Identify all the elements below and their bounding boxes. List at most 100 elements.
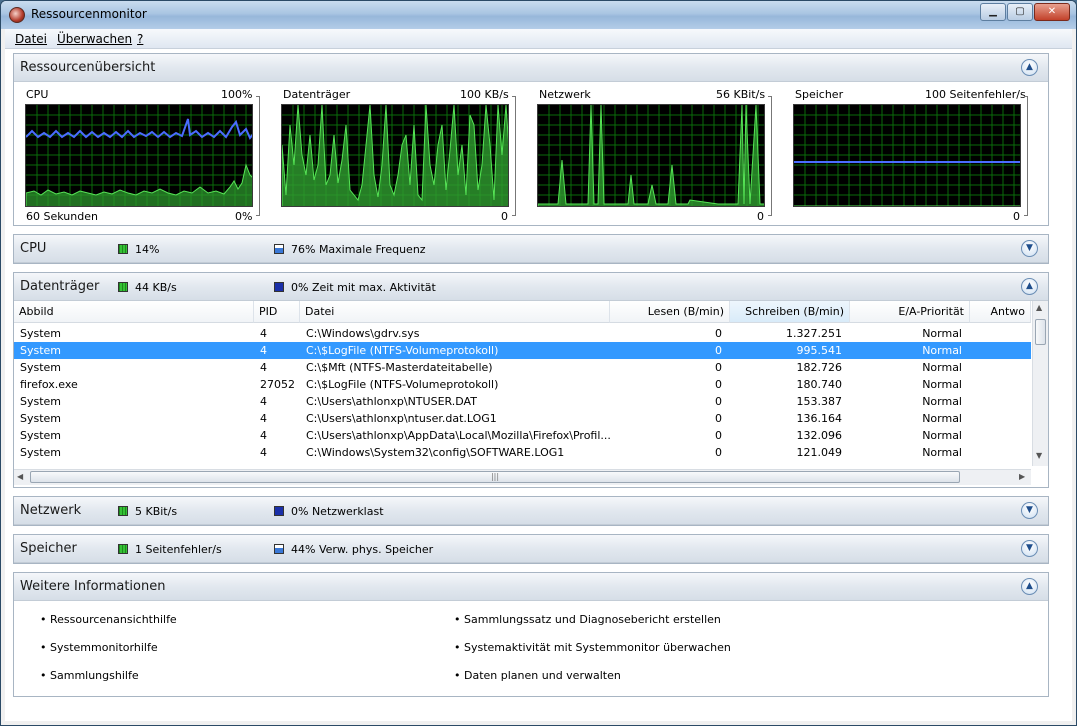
- cell-prioritaet: Normal: [922, 361, 962, 374]
- network-header[interactable]: Netzwerk 5 KBit/s 0% Netzwerklast ▼: [14, 497, 1048, 525]
- chevron-up-icon[interactable]: ▲: [1021, 278, 1038, 295]
- cell-datei: C:\Windows\gdrv.sys: [306, 327, 420, 340]
- network-graph-plot: [538, 105, 764, 206]
- scroll-thumb-horizontal[interactable]: |||: [30, 471, 960, 483]
- memory-title: Speicher: [20, 541, 77, 556]
- cell-pid: 4: [260, 446, 267, 459]
- minimize-button[interactable]: ▁: [980, 3, 1006, 21]
- scroll-up-icon[interactable]: ▲: [1036, 303, 1042, 312]
- overview-panel: Ressourcenübersicht ▲ CPU 100% 60 Sekund…: [13, 53, 1049, 226]
- link-monitor-system-activity[interactable]: Systemaktivität mit Systemmonitor überwa…: [464, 641, 731, 654]
- memory-graph-zero: 0: [1013, 210, 1020, 223]
- cell-abbild: System: [20, 361, 62, 374]
- cell-abbild: System: [20, 395, 62, 408]
- table-vertical-scrollbar[interactable]: ▲ ▼: [1032, 301, 1048, 466]
- memory-faults-value: 1 Seitenfehler/s: [135, 543, 222, 556]
- bullet-icon: •: [454, 641, 461, 654]
- col-header-schreiben[interactable]: Schreiben (B/min): [730, 301, 850, 323]
- cell-pid: 4: [260, 429, 267, 442]
- cell-abbild: System: [20, 412, 62, 425]
- col-header-datei[interactable]: Datei: [300, 301, 610, 323]
- memory-graph-label: Speicher: [795, 88, 844, 101]
- resource-monitor-window: Ressourcenmonitor ▁ ▢ ✕ Datei Überwachen…: [0, 0, 1077, 726]
- table-row[interactable]: System 4 C:\$Mft (NTFS-Masterdateitabell…: [14, 359, 1031, 376]
- cpu-frequency-value: 76% Maximale Frequenz: [291, 243, 426, 256]
- disk-activity-value: 0% Zeit mit max. Aktivität: [291, 281, 436, 294]
- table-row[interactable]: System 4 C:\Users\athlonxp\AppData\Local…: [14, 427, 1031, 444]
- info-header[interactable]: Weitere Informationen ▲: [14, 573, 1048, 601]
- scroll-down-icon[interactable]: ▼: [1036, 451, 1042, 460]
- cell-datei: C:\$LogFile (NTFS-Volumeprotokoll): [306, 344, 499, 357]
- scroll-right-icon[interactable]: ▶: [1019, 472, 1025, 481]
- col-header-lesen[interactable]: Lesen (B/min): [610, 301, 730, 323]
- overview-header[interactable]: Ressourcenübersicht ▲: [14, 54, 1048, 82]
- disk-panel: Datenträger 44 KB/s 0% Zeit mit max. Akt…: [13, 272, 1049, 488]
- chevron-up-icon[interactable]: ▲: [1021, 59, 1038, 76]
- memory-graph: [793, 104, 1021, 207]
- maximize-button[interactable]: ▢: [1007, 3, 1033, 21]
- disk-graph-scale: 100 KB/s: [460, 88, 509, 101]
- table-horizontal-scrollbar[interactable]: ◀ ||| ▶: [14, 469, 1031, 485]
- table-row[interactable]: firefox.exe 27052 C:\$LogFile (NTFS-Volu…: [14, 376, 1031, 393]
- memory-header[interactable]: Speicher 1 Seitenfehler/s 44% Verw. phys…: [14, 535, 1048, 563]
- resource-monitor-app-icon: [9, 7, 25, 23]
- overview-title: Ressourcenübersicht: [20, 60, 156, 75]
- chevron-down-icon[interactable]: ▼: [1021, 540, 1038, 557]
- network-graph-scale-bracket: [768, 96, 772, 216]
- network-load-swatch: [274, 506, 284, 516]
- network-rate-stat: 5 KBit/s: [118, 505, 177, 518]
- disk-graph-label: Datenträger: [283, 88, 351, 101]
- table-row[interactable]: System 4 C:\Users\athlonxp\ntuser.dat.LO…: [14, 410, 1031, 427]
- table-row-selected[interactable]: System 4 C:\$LogFile (NTFS-Volumeprotoko…: [14, 342, 1031, 359]
- col-header-abbild[interactable]: Abbild: [14, 301, 254, 323]
- disk-header[interactable]: Datenträger 44 KB/s 0% Zeit mit max. Akt…: [14, 273, 1048, 301]
- link-resource-view-help[interactable]: Ressourcenansichthilfe: [50, 613, 177, 626]
- cell-datei: C:\Users\athlonxp\NTUSER.DAT: [306, 395, 477, 408]
- chevron-up-icon[interactable]: ▲: [1021, 578, 1038, 595]
- cell-prioritaet: Normal: [922, 412, 962, 425]
- cell-lesen: 0: [715, 344, 722, 357]
- scroll-left-icon[interactable]: ◀: [17, 472, 23, 481]
- cell-lesen: 0: [715, 395, 722, 408]
- col-header-pid[interactable]: PID: [254, 301, 300, 323]
- cell-schreiben: 995.541: [796, 344, 843, 357]
- cell-abbild: System: [20, 429, 62, 442]
- network-rate-value: 5 KBit/s: [135, 505, 178, 518]
- table-row[interactable]: System 4 C:\Users\athlonxp\NTUSER.DAT 0 …: [14, 393, 1031, 410]
- close-button[interactable]: ✕: [1034, 3, 1070, 21]
- cell-lesen: 0: [715, 327, 722, 340]
- scroll-thumb[interactable]: [1035, 319, 1046, 345]
- cell-schreiben: 180.740: [796, 378, 843, 391]
- link-collection-help[interactable]: Sammlungshilfe: [50, 669, 139, 682]
- bullet-icon: •: [454, 613, 461, 626]
- network-rate-swatch: [118, 506, 128, 516]
- table-row[interactable]: System 4 C:\Windows\gdrv.sys 0 1.327.251…: [14, 325, 1031, 342]
- cpu-header[interactable]: CPU 14% 76% Maximale Frequenz ▼: [14, 235, 1048, 263]
- chevron-down-icon[interactable]: ▼: [1021, 502, 1038, 519]
- cell-pid: 4: [260, 412, 267, 425]
- link-create-diagnostic-report[interactable]: Sammlungssatz und Diagnosebericht erstel…: [464, 613, 721, 626]
- chevron-down-icon[interactable]: ▼: [1021, 240, 1038, 257]
- menu-help[interactable]: ?: [137, 32, 143, 46]
- cell-lesen: 0: [715, 361, 722, 374]
- cell-schreiben: 132.096: [796, 429, 843, 442]
- cell-lesen: 0: [715, 446, 722, 459]
- memory-graph-scale: 100 Seitenfehler/s: [925, 88, 1026, 101]
- cpu-graph-label: CPU: [26, 88, 49, 101]
- cpu-graph-scale-bracket: [256, 96, 260, 216]
- cpu-graph-plot: [26, 105, 252, 206]
- link-schedule-manage-data[interactable]: Daten planen und verwalten: [464, 669, 621, 682]
- col-header-prioritaet[interactable]: E/A-Priorität: [850, 301, 970, 323]
- cpu-graph-timespan: 60 Sekunden: [26, 210, 98, 223]
- title-bar[interactable]: Ressourcenmonitor ▁ ▢ ✕: [1, 1, 1076, 29]
- memory-faults-swatch: [118, 544, 128, 554]
- col-header-antwortzeit[interactable]: Antwo: [970, 301, 1031, 323]
- table-row[interactable]: System 4 C:\Windows\System32\config\SOFT…: [14, 444, 1031, 461]
- menu-ueberwachen[interactable]: Überwachen: [57, 32, 132, 46]
- menu-datei[interactable]: Datei: [15, 32, 47, 46]
- memory-panel: Speicher 1 Seitenfehler/s 44% Verw. phys…: [13, 534, 1049, 564]
- cell-prioritaet: Normal: [922, 344, 962, 357]
- link-system-monitor-help[interactable]: Systemmonitorhilfe: [50, 641, 158, 654]
- cell-abbild: System: [20, 327, 62, 340]
- cell-pid: 4: [260, 344, 267, 357]
